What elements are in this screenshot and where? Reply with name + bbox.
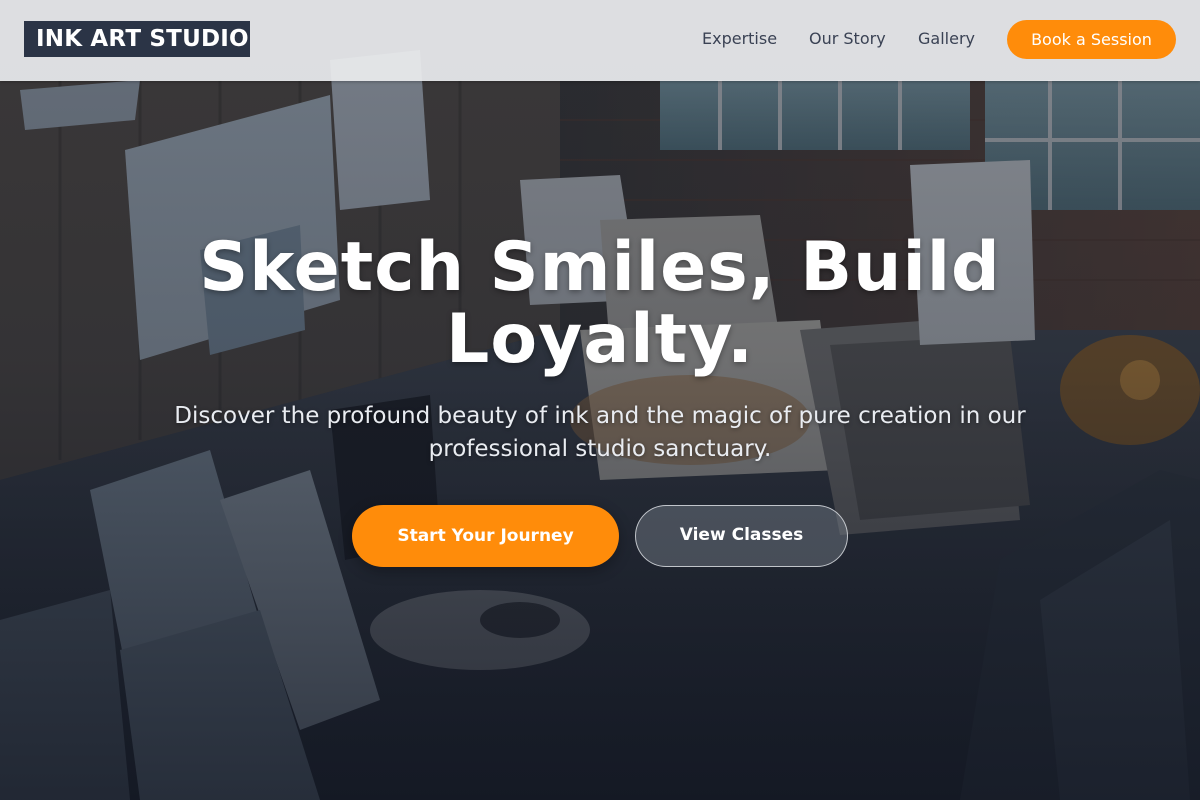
nav-link-our-story[interactable]: Our Story xyxy=(809,29,886,49)
logo[interactable]: INK ART STUDIO xyxy=(24,21,250,57)
hero-subtitle: Discover the profound beauty of ink and … xyxy=(174,403,1026,462)
hero-title: Sketch Smiles, Build Loyalty. xyxy=(199,228,1001,379)
site-header: INK ART STUDIO Expertise Our Story Galle… xyxy=(0,0,1200,81)
nav-link-gallery[interactable]: Gallery xyxy=(918,29,975,49)
start-journey-button[interactable]: Start Your Journey xyxy=(352,505,619,567)
view-classes-button[interactable]: View Classes xyxy=(635,505,848,567)
landing-page: INK ART STUDIO Expertise Our Story Galle… xyxy=(0,0,1200,800)
nav-link-expertise[interactable]: Expertise xyxy=(702,29,777,49)
book-session-button[interactable]: Book a Session xyxy=(1007,20,1176,59)
